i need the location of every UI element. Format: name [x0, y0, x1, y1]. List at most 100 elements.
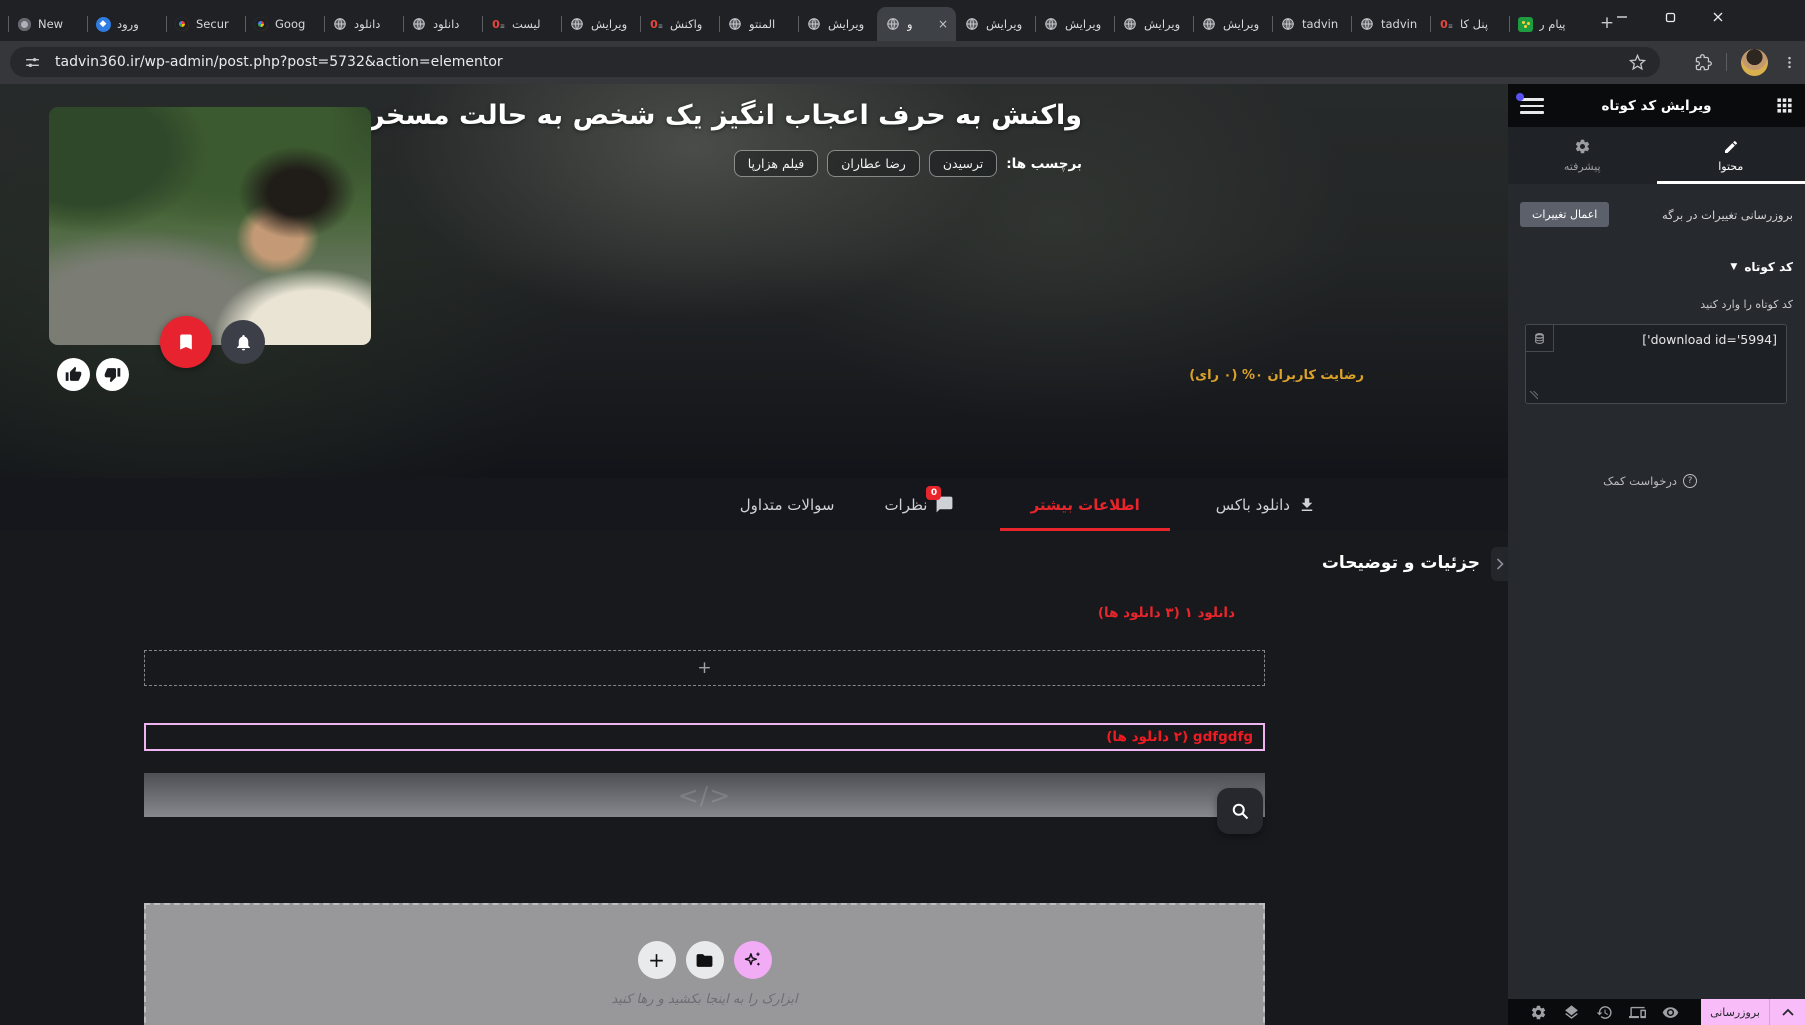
browser-tab[interactable]: ویرایش: [561, 7, 640, 41]
address-bar[interactable]: tadvin360.ir/wp-admin/post.php?post=5732…: [10, 47, 1660, 77]
resize-handle[interactable]: [1529, 391, 1538, 400]
panel-collapse-handle[interactable]: [1491, 547, 1508, 581]
browser-tab[interactable]: 0≡پنل کا: [1430, 7, 1509, 41]
browser-menu-icon[interactable]: [1782, 55, 1797, 70]
hamburger-menu-icon[interactable]: [1520, 98, 1544, 114]
history-icon[interactable]: [1596, 1004, 1613, 1021]
shortcode-value[interactable]: [download id='5994']: [1560, 332, 1777, 347]
notification-dot: [1516, 93, 1524, 101]
browser-tab[interactable]: ویرایش: [956, 7, 1035, 41]
browser-tab[interactable]: دانلود: [403, 7, 482, 41]
browser-tab[interactable]: Secur: [166, 7, 245, 41]
tab-favicon: [174, 16, 190, 32]
minimize-button[interactable]: [1605, 2, 1639, 32]
browser-tab[interactable]: tadvin: [1351, 7, 1430, 41]
tag-chip[interactable]: فیلم هزارپا: [734, 150, 818, 177]
tab-favicon: [1122, 16, 1138, 32]
site-settings-icon[interactable]: [24, 54, 41, 71]
profile-avatar[interactable]: [1741, 49, 1768, 76]
browser-tab[interactable]: ویرایش: [798, 7, 877, 41]
maximize-button[interactable]: [1653, 2, 1687, 32]
apply-row: بروزرسانی تغییرات در برگه اعمال تغییرات: [1508, 202, 1805, 227]
download-icon: [1298, 496, 1316, 514]
tag-chip[interactable]: رضا عطاران: [827, 150, 920, 177]
shortcode-textarea[interactable]: [download id='5994']: [1525, 324, 1787, 404]
notification-bell-button[interactable]: [221, 320, 265, 364]
search-button[interactable]: [1217, 788, 1263, 834]
close-window-button[interactable]: [1701, 2, 1735, 32]
update-button[interactable]: بروزرسانی: [1701, 999, 1769, 1025]
tab-favicon: 0≡: [490, 16, 506, 32]
chevron-right-icon: [1495, 558, 1504, 570]
post-body: جزئیات و توضیحات دانلود ۱ (۳ دانلود ها) …: [0, 531, 1508, 1025]
browser-tab[interactable]: ◆ورود: [87, 7, 166, 41]
apply-changes-button[interactable]: اعمال تغییرات: [1520, 202, 1609, 227]
browser-tabbar: New◆ورودSecurGoogدانلوددانلود0≡لیستویرای…: [0, 0, 1805, 41]
user-rating-text: رضایت کاربران ۰% (۰ رای): [1189, 368, 1364, 383]
thumbs-up-button[interactable]: [57, 358, 90, 391]
browser-tab[interactable]: ویرایش: [1114, 7, 1193, 41]
search-icon: [1230, 801, 1250, 821]
update-note: بروزرسانی تغییرات در برگه: [1662, 208, 1793, 222]
dynamic-tags-icon[interactable]: [1526, 325, 1554, 352]
help-request-link[interactable]: ? درخواست کمک: [1603, 474, 1697, 488]
tab-content-settings[interactable]: محتوا: [1657, 127, 1805, 184]
preview-eye-icon[interactable]: [1662, 1004, 1679, 1021]
tab-close-icon[interactable]: ×: [938, 18, 948, 30]
browser-toolbar: tadvin360.ir/wp-admin/post.php?post=5732…: [0, 41, 1805, 84]
tab-comments[interactable]: 0 نظرات: [880, 478, 958, 531]
post-tab-navigation: دانلود باکس اطلاعات بیشتر 0 نظرات سوالات…: [0, 478, 1508, 531]
tab-strip: New◆ورودSecurGoogدانلوددانلود0≡لیستویرای…: [0, 0, 1588, 41]
template-library-button[interactable]: [686, 941, 724, 979]
browser-tab-active[interactable]: و×: [877, 7, 956, 41]
tag-chip[interactable]: ترسیدن: [929, 150, 997, 177]
panel-footer: بروزرسانی: [1508, 999, 1805, 1025]
browser-tab[interactable]: ویرایش: [1193, 7, 1272, 41]
navigator-layers-icon[interactable]: [1563, 1004, 1580, 1021]
shortcode-section-header[interactable]: کد کوتاه ▼: [1730, 260, 1793, 274]
browser-tab[interactable]: المنتو: [719, 7, 798, 41]
bookmark-star-icon[interactable]: [1629, 54, 1646, 71]
shortcode-widget-placeholder[interactable]: </>: [144, 773, 1265, 817]
url-text[interactable]: tadvin360.ir/wp-admin/post.php?post=5732…: [55, 54, 1629, 70]
bookmark-icon: [176, 332, 196, 352]
tab-favicon: 0≡: [648, 16, 664, 32]
toolbar-right: [1695, 47, 1797, 77]
tab-favicon: [727, 16, 743, 32]
tab-advanced-settings[interactable]: پیشرفته: [1508, 127, 1657, 184]
widgets-grid-icon[interactable]: [1776, 97, 1793, 114]
browser-tab[interactable]: Goog: [245, 7, 324, 41]
panel-title: ویرایش کد کوتاه: [1508, 98, 1805, 114]
add-widget-button[interactable]: +: [638, 941, 676, 979]
browser-tab[interactable]: پیام ر: [1509, 7, 1588, 41]
browser-tab[interactable]: New: [8, 7, 87, 41]
comments-icon: 0: [935, 495, 954, 514]
pencil-icon: [1723, 139, 1739, 155]
browser-tab[interactable]: tadvin: [1272, 7, 1351, 41]
footer-expand-button[interactable]: [1769, 999, 1805, 1025]
tab-more-info[interactable]: اطلاعات بیشتر: [1000, 478, 1169, 531]
browser-tab[interactable]: دانلود: [324, 7, 403, 41]
selected-widget-download-group-2[interactable]: gdfgdfg (۲ دانلود ها): [144, 723, 1265, 751]
sparkles-icon: [743, 950, 763, 970]
tab-favicon: [332, 16, 348, 32]
empty-download-placeholder[interactable]: +: [144, 650, 1265, 686]
chevron-down-icon: ▼: [1730, 262, 1737, 272]
settings-gear-icon[interactable]: [1530, 1004, 1547, 1021]
drop-area-buttons: +: [638, 941, 772, 979]
tab-favicon: [1280, 16, 1296, 32]
browser-tab[interactable]: 0≡لیست: [482, 7, 561, 41]
bookmark-button[interactable]: [160, 316, 212, 368]
responsive-mode-icon[interactable]: [1629, 1004, 1646, 1021]
tab-download-box[interactable]: دانلود باکس: [1212, 478, 1320, 531]
browser-tab[interactable]: 0≡واکنش: [640, 7, 719, 41]
hero-section[interactable]: واکنش به حرف اعجاب انگیز یک شخص به حالت …: [0, 84, 1508, 478]
extensions-icon[interactable]: [1695, 54, 1712, 71]
thumbs-down-button[interactable]: [96, 358, 129, 391]
tags-row: برچسب ها: ترسیدن رضا عطاران فیلم هزارپا: [734, 150, 1082, 177]
ai-generate-button[interactable]: [734, 941, 772, 979]
panel-header: ویرایش کد کوتاه: [1508, 84, 1805, 127]
browser-tab[interactable]: ویرایش: [1035, 7, 1114, 41]
tab-faq[interactable]: سوالات متداول: [736, 478, 839, 531]
widget-drop-area[interactable]: + ابزارک را به اینجا بکشید و رها کنید: [144, 903, 1265, 1025]
